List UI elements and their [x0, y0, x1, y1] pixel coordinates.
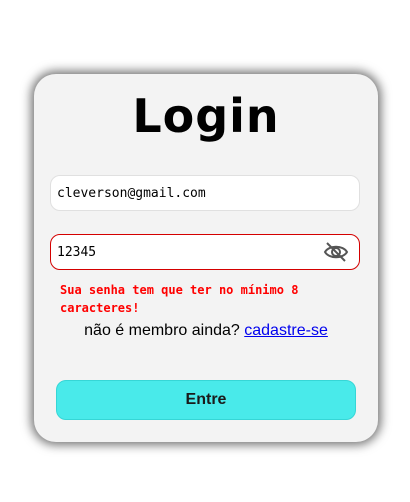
login-card: Login Sua senha tem que ter no mínimo 8 …	[34, 74, 378, 442]
email-field[interactable]	[50, 175, 360, 211]
signup-link[interactable]: cadastre-se	[244, 322, 328, 339]
password-input[interactable]	[57, 235, 317, 269]
login-title: Login	[132, 89, 280, 143]
email-input[interactable]	[57, 176, 317, 210]
eye-off-icon[interactable]	[323, 241, 349, 263]
signup-prompt: não é membro ainda? cadastre-se	[34, 322, 378, 340]
password-error-message: Sua senha tem que ter no mínimo 8 caract…	[60, 283, 299, 315]
password-field[interactable]	[50, 234, 360, 270]
signup-prompt-text: não é membro ainda?	[84, 322, 240, 339]
submit-button[interactable]: Entre	[56, 380, 356, 420]
